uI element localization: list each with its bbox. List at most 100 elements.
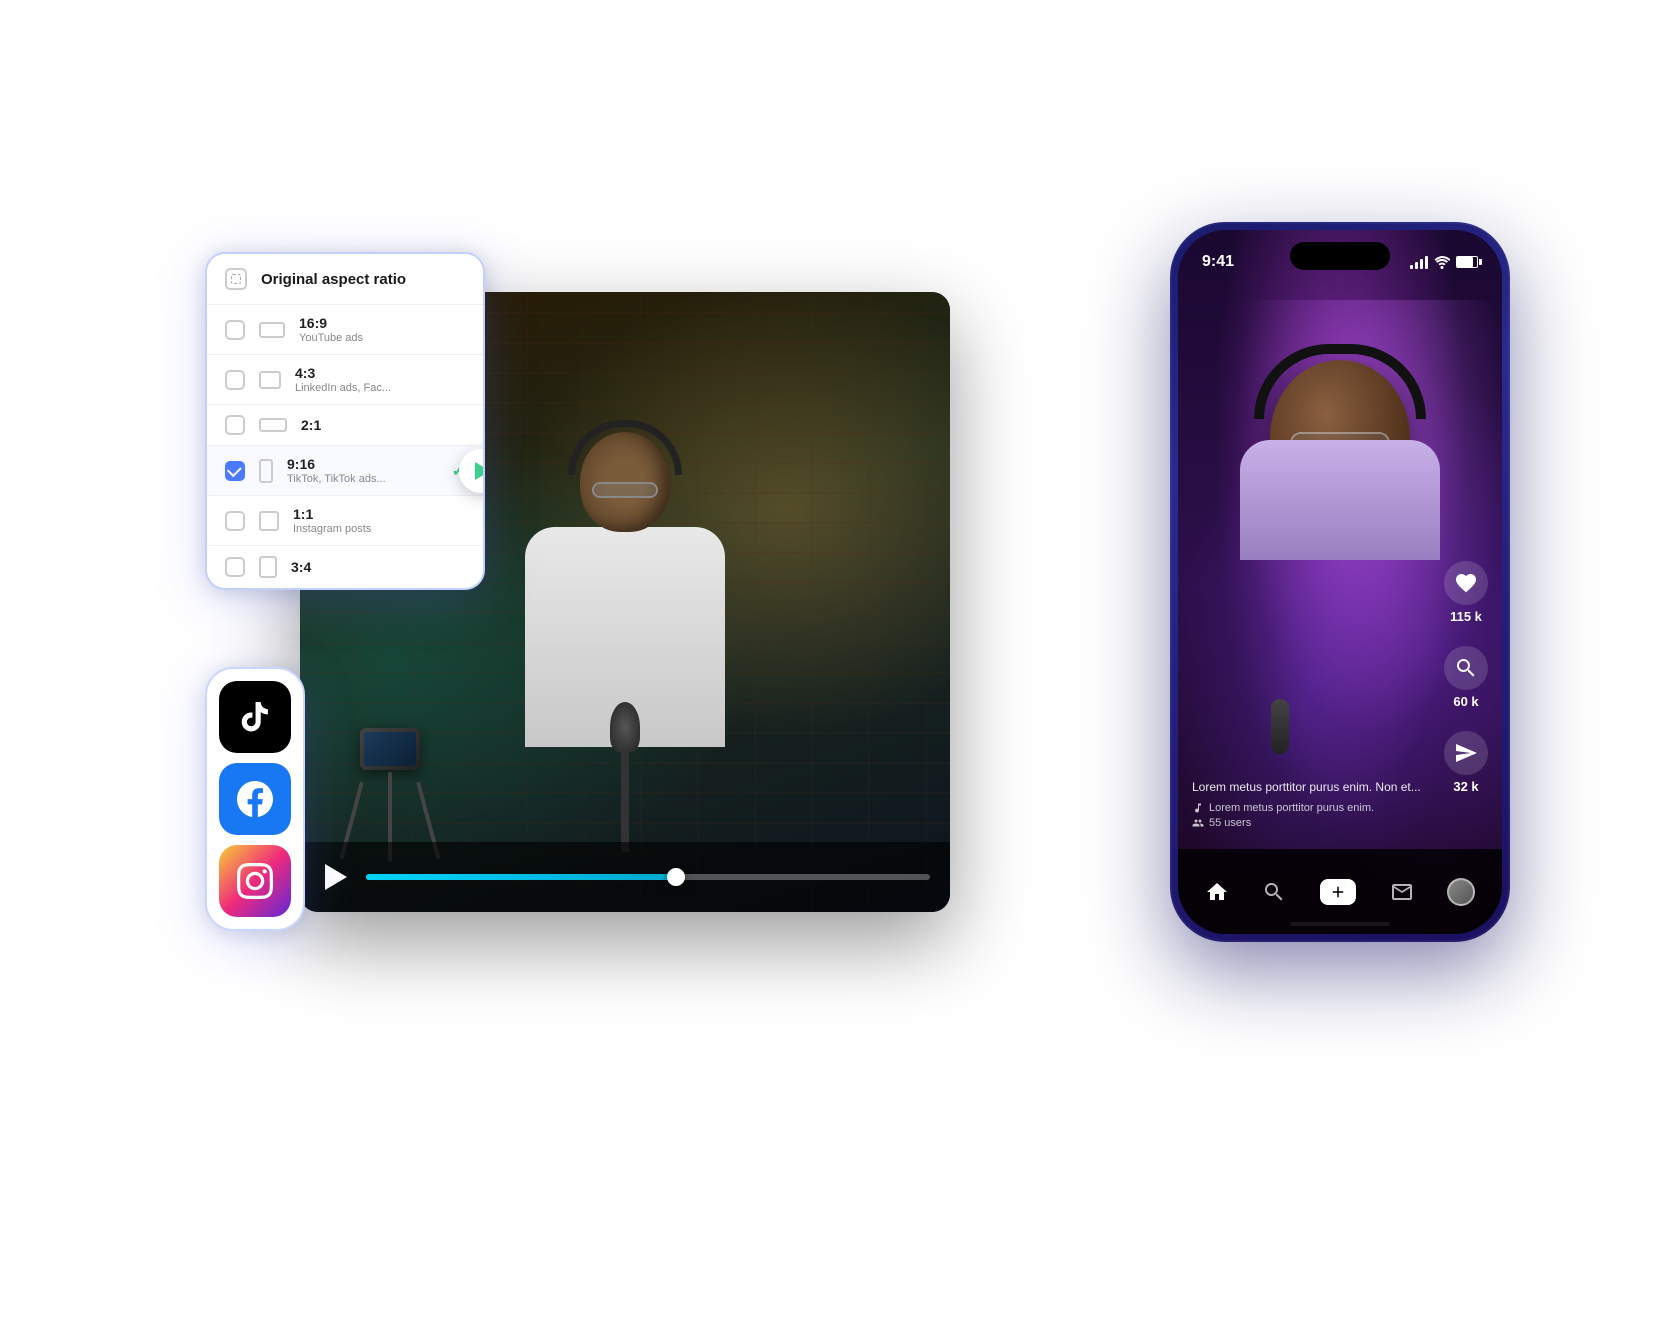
inbox-icon [1390, 880, 1414, 904]
like-icon-circle [1444, 561, 1488, 605]
person-glasses [592, 482, 658, 498]
tiktok-icon [237, 699, 273, 735]
camera-body [360, 728, 420, 770]
camera-screen [364, 732, 416, 766]
share-icon [1454, 741, 1478, 765]
phone-inner: 9:41 [1178, 230, 1502, 934]
person-silhouette [495, 432, 755, 852]
nav-search[interactable] [1262, 880, 1286, 904]
signal-bar-1 [1410, 265, 1413, 269]
aspect-icon-1-1 [259, 511, 279, 531]
aspect-icon-2-1 [259, 418, 287, 432]
profile-avatar-nav [1447, 878, 1475, 906]
comment-action[interactable]: 60 k [1444, 646, 1488, 709]
tiktok-content: 9:41 [1178, 230, 1502, 934]
aspect-checkbox-3-4[interactable] [225, 557, 245, 577]
aspect-item-1-1[interactable]: 1:1 Instagram posts [207, 496, 483, 546]
aspect-item-3-4[interactable]: 3:4 [207, 546, 483, 588]
nav-home[interactable] [1205, 880, 1229, 904]
play-indicator[interactable] [459, 449, 485, 493]
signal-bars-icon [1410, 255, 1428, 269]
main-scene: Original aspect ratio 16:9 YouTube ads 4… [140, 122, 1540, 1222]
comment-count: 60 k [1453, 694, 1478, 709]
play-indicator-icon [475, 462, 485, 480]
tiktok-icon-button[interactable] [219, 681, 291, 753]
music-icon [1192, 802, 1204, 814]
tiktok-bottom-text: Lorem metus porttitor purus enim. Non et… [1192, 779, 1437, 829]
progress-fill [366, 874, 676, 880]
aspect-item-9-16[interactable]: 9:16 TikTok, TikTok ads... ✓ [207, 446, 483, 496]
original-aspect-label: Original aspect ratio [261, 271, 406, 288]
aspect-item-4-3[interactable]: 4:3 LinkedIn ads, Fac... [207, 355, 483, 405]
heart-icon [1454, 571, 1478, 595]
aspect-text-2-1: 2:1 [301, 417, 465, 433]
tiktok-description: Lorem metus porttitor purus enim. Non et… [1192, 779, 1437, 796]
phone-mockup: 9:41 [1170, 222, 1510, 942]
aspect-text-9-16: 9:16 TikTok, TikTok ads... [287, 456, 438, 485]
original-aspect-ratio-item[interactable]: Original aspect ratio [207, 254, 483, 305]
aspect-item-2-1[interactable]: 2:1 [207, 405, 483, 446]
progress-thumb[interactable] [667, 868, 685, 886]
ratio-sub-9-16: TikTok, TikTok ads... [287, 473, 438, 485]
mic-stand [621, 732, 629, 852]
instagram-icon-button[interactable] [219, 845, 291, 917]
share-action[interactable]: 32 k [1444, 731, 1488, 794]
aspect-checkbox-16-9[interactable] [225, 320, 245, 340]
phone-person-headphones [1254, 344, 1426, 419]
battery-icon [1456, 256, 1478, 268]
aspect-icon-4-3 [259, 371, 281, 389]
phone-person-body [1240, 440, 1440, 560]
share-count: 32 k [1453, 779, 1478, 794]
aspect-item-16-9[interactable]: 16:9 YouTube ads [207, 305, 483, 355]
nav-add[interactable] [1320, 879, 1356, 905]
aspect-checkbox-9-16[interactable] [225, 461, 245, 481]
ratio-label-16-9: 16:9 [299, 315, 465, 331]
search-icon [1454, 656, 1478, 680]
social-icons-panel [205, 667, 305, 931]
aspect-text-1-1: 1:1 Instagram posts [293, 506, 465, 535]
play-button[interactable] [320, 861, 352, 893]
original-aspect-icon [225, 268, 247, 290]
like-count: 115 k [1450, 609, 1482, 624]
users-icon [1192, 817, 1204, 829]
signal-bar-3 [1420, 259, 1423, 269]
phone-person-container [1250, 320, 1430, 520]
nav-inbox[interactable] [1390, 880, 1414, 904]
video-controls [300, 842, 950, 912]
nav-profile[interactable] [1447, 878, 1475, 906]
comment-icon-circle [1444, 646, 1488, 690]
ratio-sub-4-3: LinkedIn ads, Fac... [295, 382, 465, 394]
facebook-icon [237, 781, 273, 817]
aspect-icon-3-4 [259, 556, 277, 578]
person-head [580, 432, 670, 532]
status-icons [1410, 255, 1478, 269]
music-text: Lorem metus porttitor purus enim. [1209, 802, 1374, 814]
home-icon [1205, 880, 1229, 904]
users-text: 55 users [1209, 817, 1251, 829]
tiktok-bottom-nav [1178, 849, 1502, 934]
facebook-icon-button[interactable] [219, 763, 291, 835]
tiktok-side-actions: 115 k 60 k [1444, 561, 1488, 794]
instagram-icon [237, 863, 273, 899]
progress-bar[interactable] [366, 874, 930, 880]
add-button-nav [1320, 879, 1356, 905]
ratio-sub-1-1: Instagram posts [293, 523, 465, 535]
like-action[interactable]: 115 k [1444, 561, 1488, 624]
battery-fill [1457, 257, 1473, 267]
signal-bar-2 [1415, 262, 1418, 269]
dynamic-island [1290, 242, 1390, 270]
phone-mic [1271, 699, 1289, 754]
aspect-ratio-panel: Original aspect ratio 16:9 YouTube ads 4… [205, 252, 485, 590]
aspect-checkbox-1-1[interactable] [225, 511, 245, 531]
tiktok-music: Lorem metus porttitor purus enim. [1192, 802, 1437, 814]
ratio-label-9-16: 9:16 [287, 456, 438, 472]
aspect-text-3-4: 3:4 [291, 559, 465, 575]
aspect-checkbox-4-3[interactable] [225, 370, 245, 390]
aspect-checkbox-2-1[interactable] [225, 415, 245, 435]
ratio-sub-16-9: YouTube ads [299, 332, 465, 344]
ratio-label-3-4: 3:4 [291, 559, 465, 575]
ratio-label-2-1: 2:1 [301, 417, 465, 433]
aspect-text-16-9: 16:9 YouTube ads [299, 315, 465, 344]
nav-search-icon [1262, 880, 1286, 904]
play-icon [325, 864, 347, 890]
